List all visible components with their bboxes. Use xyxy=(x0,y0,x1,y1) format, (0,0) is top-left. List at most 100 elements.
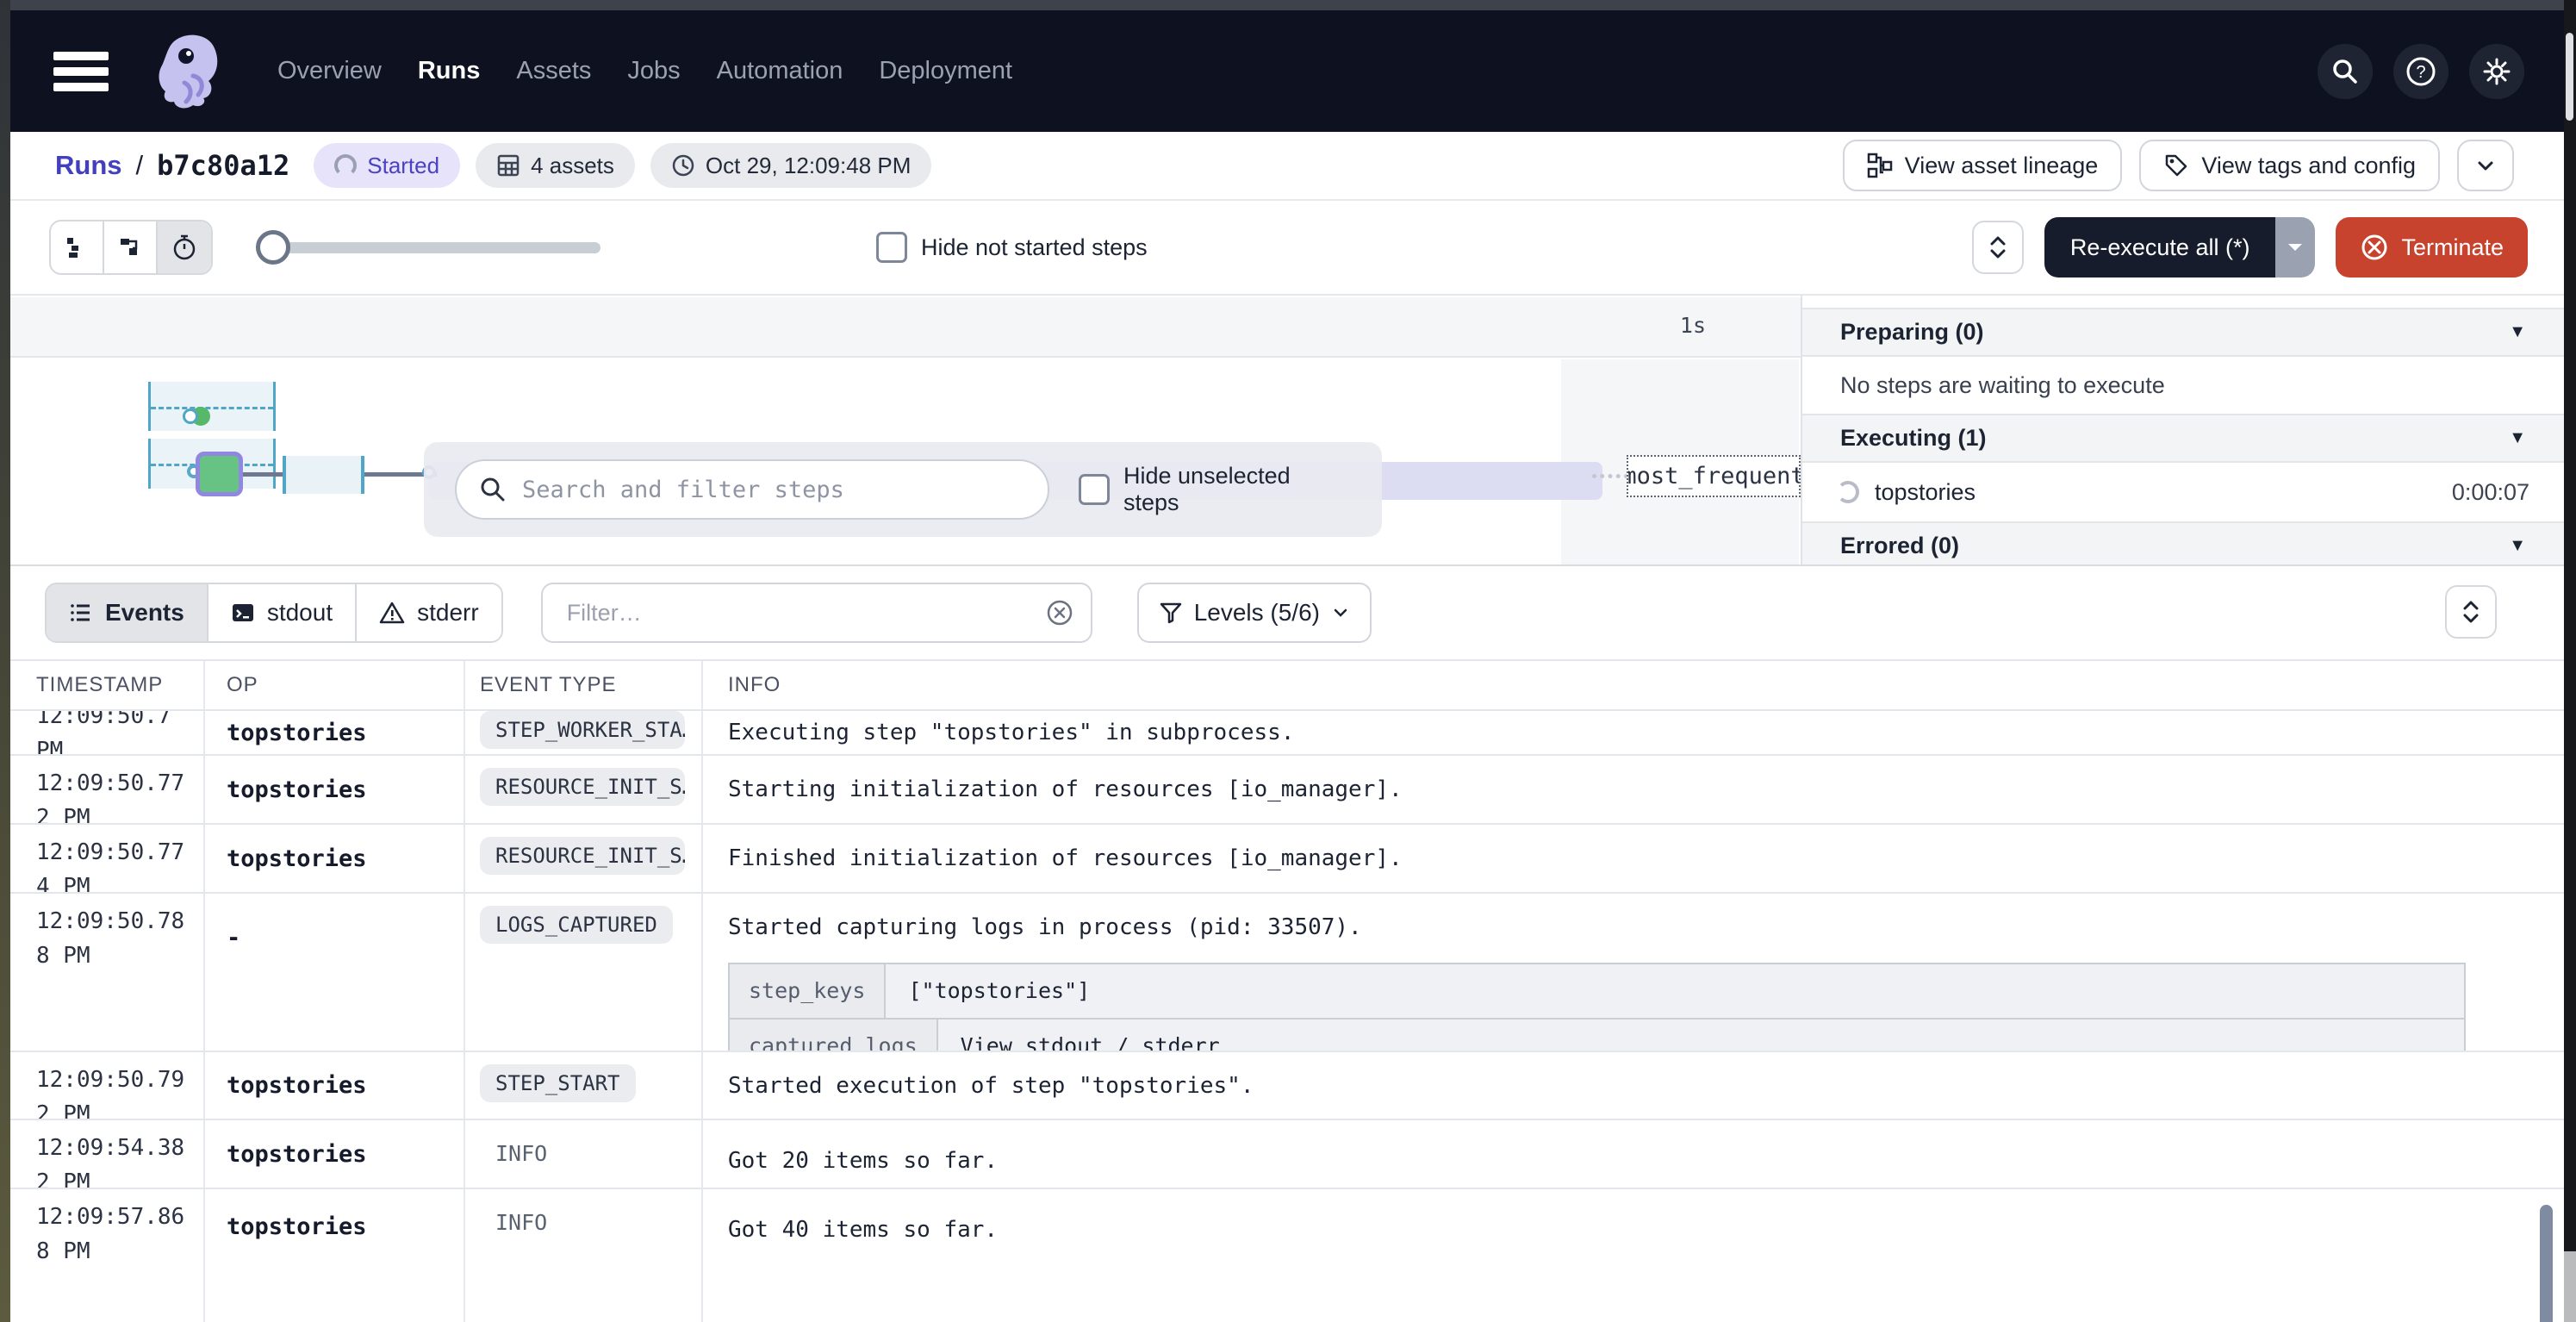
running-step-bar[interactable] xyxy=(196,452,243,496)
zoom-slider-handle[interactable] xyxy=(256,230,290,265)
gantt-time-axis: 1s xyxy=(10,297,1801,358)
nav-runs[interactable]: Runs xyxy=(416,48,482,94)
metadata-row: captured_logs View stdout / stderr xyxy=(730,1020,2464,1052)
caret-down-icon: ▼ xyxy=(2509,536,2526,556)
edge-bottom-segment xyxy=(2564,1251,2576,1322)
column-op[interactable]: OP xyxy=(205,661,465,709)
status-badge: Started xyxy=(314,143,460,188)
clear-filter-icon[interactable] xyxy=(1046,599,1073,627)
executing-step-name: topstories xyxy=(1875,479,1976,506)
log-row[interactable]: 12:09:57.868 PM topstories INFO Got 40 i… xyxy=(10,1189,2564,1322)
primary-nav: Overview Runs Assets Jobs Automation Dep… xyxy=(276,48,1014,94)
vertical-scrollbar-thumb[interactable] xyxy=(2540,1205,2553,1322)
logs-toolbar: Events stdout stderr Levels (5/6) xyxy=(10,566,2564,659)
flat-view-icon[interactable] xyxy=(51,221,104,273)
chevron-down-icon xyxy=(2474,154,2497,177)
help-icon[interactable]: ? xyxy=(2393,44,2448,99)
log-table-header: TIMESTAMP OP EVENT TYPE INFO xyxy=(10,659,2564,711)
caret-down-icon: ▼ xyxy=(2509,428,2526,448)
column-event-type[interactable]: EVENT TYPE xyxy=(465,661,703,709)
logs-expand-button[interactable] xyxy=(2445,585,2497,639)
log-row[interactable]: 12:09:50.788 PM - LOGS_CAPTURED Started … xyxy=(10,894,2564,1052)
step-dot-ring xyxy=(183,408,198,424)
hide-not-started-label: Hide not started steps xyxy=(921,234,1148,261)
nav-overview[interactable]: Overview xyxy=(276,48,383,94)
tab-stdout[interactable]: stdout xyxy=(208,584,357,641)
hide-unselected-checkbox[interactable] xyxy=(1079,474,1110,505)
search-icon[interactable] xyxy=(2318,44,2373,99)
zoom-slider-track[interactable] xyxy=(256,242,600,253)
step-search-input[interactable] xyxy=(455,459,1049,520)
metadata-key: step_keys xyxy=(730,964,886,1018)
timed-view-icon[interactable] xyxy=(158,221,211,273)
funnel-icon xyxy=(1160,602,1182,624)
nav-deployment[interactable]: Deployment xyxy=(877,48,1014,94)
nav-assets[interactable]: Assets xyxy=(514,48,593,94)
log-row[interactable]: 12:09:50.7 PM topstories STEP_WORKER_STA… xyxy=(10,711,2564,756)
run-logs-panel: Events stdout stderr Levels (5/6) xyxy=(10,564,2564,1322)
top-navigation-bar: Overview Runs Assets Jobs Automation Dep… xyxy=(10,10,2564,132)
tab-events[interactable]: Events xyxy=(47,584,208,641)
menu-icon[interactable] xyxy=(53,52,109,91)
preparing-empty-message: No steps are waiting to execute xyxy=(1802,357,2564,414)
gear-icon[interactable] xyxy=(2469,44,2524,99)
gantt-toolbar: Hide not started steps Re-execute all (*… xyxy=(10,201,2564,296)
log-row[interactable]: 12:09:50.772 PM topstories RESOURCE_INIT… xyxy=(10,756,2564,825)
executing-step-row[interactable]: topstories 0:00:07 xyxy=(1802,463,2564,521)
levels-dropdown[interactable]: Levels (5/6) xyxy=(1137,583,1372,643)
spinner-icon xyxy=(334,154,357,177)
window-edge-left xyxy=(0,0,10,1322)
view-tags-config-button[interactable]: View tags and config xyxy=(2139,140,2440,191)
nav-automation[interactable]: Automation xyxy=(715,48,845,94)
svg-text:?: ? xyxy=(2416,63,2425,82)
breadcrumb-runs-link[interactable]: Runs xyxy=(55,150,122,181)
caret-down-icon: ▼ xyxy=(2509,322,2526,342)
chevron-down-icon xyxy=(1332,604,1349,621)
zoom-slider xyxy=(256,221,618,273)
header-more-button[interactable] xyxy=(2457,140,2514,191)
nav-jobs[interactable]: Jobs xyxy=(625,48,681,94)
view-mode-switcher xyxy=(49,220,213,275)
log-row[interactable]: 12:09:54.382 PM topstories INFO Got 20 i… xyxy=(10,1120,2564,1189)
view-stdout-stderr-link[interactable]: View stdout / stderr xyxy=(938,1020,2464,1052)
assets-badge[interactable]: 4 assets xyxy=(476,143,635,188)
hide-not-started-checkbox[interactable] xyxy=(876,232,907,263)
column-info[interactable]: INFO xyxy=(703,661,2564,709)
tab-stderr[interactable]: stderr xyxy=(357,584,501,641)
queued-step-bar[interactable] xyxy=(283,456,364,494)
terminate-button[interactable]: Terminate xyxy=(2336,217,2528,277)
terminate-icon xyxy=(2360,233,2389,262)
gantt-filter-overlay: Hide unselected steps xyxy=(424,442,1382,537)
gantt-chart: 1s most_frequent Hide unselected steps xyxy=(10,296,1801,564)
log-filter-input[interactable] xyxy=(541,583,1092,643)
waiting-step-label[interactable]: most_frequent xyxy=(1627,455,1801,497)
executing-elapsed-time: 0:00:07 xyxy=(2452,479,2529,506)
reexecute-dropdown-button[interactable] xyxy=(2275,217,2315,277)
step-status-panel: Preparing (0)▼ No steps are waiting to e… xyxy=(1801,296,2564,564)
waterfall-view-icon[interactable] xyxy=(104,221,158,273)
event-list-icon xyxy=(69,601,93,625)
metadata-value: ["topstories"] xyxy=(886,964,2463,1018)
warning-icon xyxy=(379,601,405,625)
hide-unselected-label: Hide unselected steps xyxy=(1123,463,1351,516)
event-type-pill: RESOURCE_INIT_S… xyxy=(480,837,685,875)
window-edge-right xyxy=(2564,0,2576,1322)
log-row[interactable]: 12:09:50.774 PM topstories RESOURCE_INIT… xyxy=(10,825,2564,894)
chevron-up-down-icon xyxy=(2460,599,2482,625)
view-asset-lineage-button[interactable]: View asset lineage xyxy=(1843,140,2123,191)
chevron-up-down-icon xyxy=(1987,234,2009,260)
errored-section-header[interactable]: Errored (0)▼ xyxy=(1802,521,2564,564)
event-type-pill: STEP_WORKER_STA… xyxy=(480,711,685,749)
event-type-pill: STEP_START xyxy=(480,1064,636,1102)
log-row[interactable]: 12:09:50.792 PM topstories STEP_START St… xyxy=(10,1052,2564,1120)
executing-section-header[interactable]: Executing (1)▼ xyxy=(1802,414,2564,463)
spinner-icon xyxy=(1837,481,1859,503)
time-tick-label: 1s xyxy=(1680,313,1706,338)
dagster-logo-icon[interactable] xyxy=(145,26,236,117)
panel-resize-button[interactable] xyxy=(1972,221,2024,274)
breadcrumb: Runs / b7c80a12 xyxy=(55,149,289,182)
column-timestamp[interactable]: TIMESTAMP xyxy=(10,661,205,709)
preparing-section-header[interactable]: Preparing (0)▼ xyxy=(1802,308,2564,357)
reexecute-all-button[interactable]: Re-execute all (*) xyxy=(2044,217,2276,277)
not-started-step-bar[interactable] xyxy=(148,382,276,431)
